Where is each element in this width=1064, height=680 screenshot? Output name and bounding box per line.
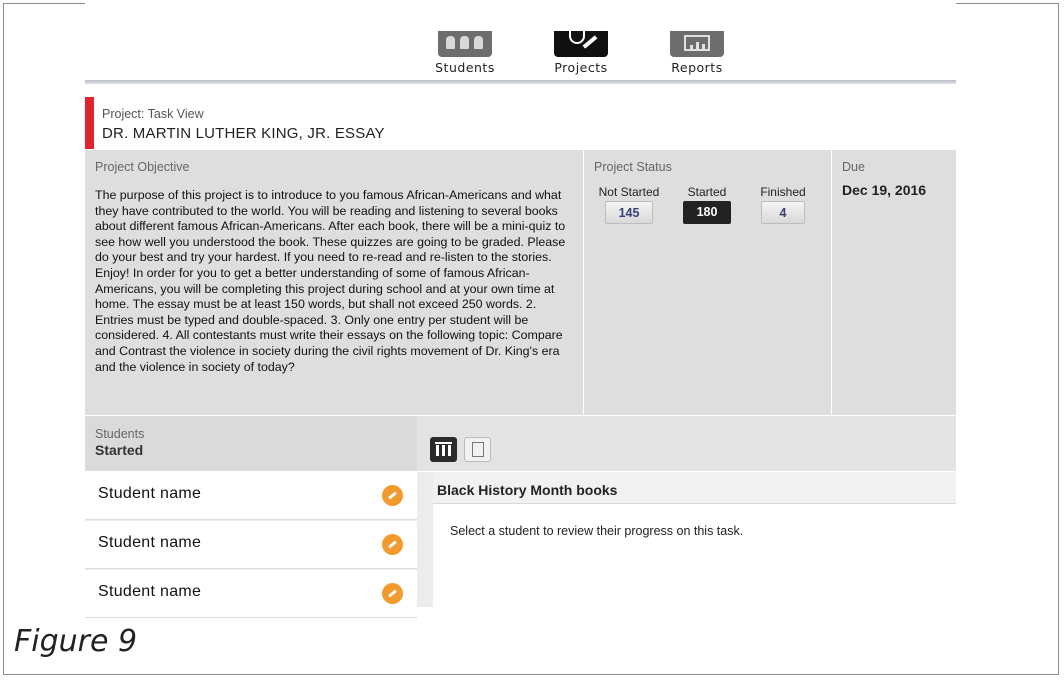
nav-reports[interactable]: Reports xyxy=(667,0,727,75)
student-name: Student name xyxy=(98,583,202,600)
student-list: Student name Student name Student name xyxy=(85,472,417,618)
stat-not-started: Not Started 145 xyxy=(597,185,661,224)
objective-text: The purpose of this project is to introd… xyxy=(95,188,566,374)
students-icon xyxy=(438,31,492,57)
finished-count[interactable]: 4 xyxy=(761,201,805,224)
stat-finished: Finished 4 xyxy=(757,185,809,224)
objective-title: Project Objective xyxy=(95,160,190,174)
not-started-count[interactable]: 145 xyxy=(605,201,653,224)
project-header: Project: Task View DR. MARTIN LUTHER KIN… xyxy=(85,97,956,149)
board-view-button[interactable] xyxy=(430,437,457,462)
students-label: Students xyxy=(95,427,145,441)
students-toolbar: Students Started xyxy=(85,416,956,471)
status-title: Project Status xyxy=(594,160,672,174)
stat-started: Started 180 xyxy=(683,185,731,224)
top-nav: Students Projects Reports xyxy=(85,0,956,80)
project-title: DR. MARTIN LUTHER KING, JR. ESSAY xyxy=(102,125,385,142)
document-icon xyxy=(472,442,484,457)
project-view-label: Project: Task View xyxy=(102,107,204,121)
document-view-button[interactable] xyxy=(464,437,491,462)
due-date: Dec 19, 2016 xyxy=(842,182,927,198)
started-label: Started xyxy=(687,185,727,199)
open-student-icon[interactable] xyxy=(382,485,403,506)
content-header: Black History Month books xyxy=(433,472,956,504)
started-count[interactable]: 180 xyxy=(683,201,731,224)
panel-divider xyxy=(417,472,433,607)
content-message: Select a student to review their progres… xyxy=(450,524,744,538)
list-item[interactable]: Student name xyxy=(85,570,417,618)
objective-panel: Project Objective The purpose of this pr… xyxy=(85,150,583,415)
student-name: Student name xyxy=(98,485,202,502)
students-filter[interactable]: Started xyxy=(95,442,143,458)
header-accent-bar xyxy=(85,97,94,149)
content-title: Black History Month books xyxy=(437,482,618,498)
projects-icon xyxy=(554,31,608,57)
open-student-icon[interactable] xyxy=(382,583,403,604)
open-student-icon[interactable] xyxy=(382,534,403,555)
task-content: Black History Month books Select a stude… xyxy=(433,472,956,607)
nav-projects[interactable]: Projects xyxy=(551,0,611,75)
nav-reports-label: Reports xyxy=(671,60,723,75)
figure-caption: Figure 9 xyxy=(14,624,138,659)
nav-projects-label: Projects xyxy=(554,60,608,75)
due-title: Due xyxy=(842,160,865,174)
status-panel: Project Status Not Started 145 Started 1… xyxy=(584,150,831,415)
list-item[interactable]: Student name xyxy=(85,521,417,569)
nav-students-label: Students xyxy=(435,60,495,75)
nav-divider xyxy=(85,80,956,84)
nav-students[interactable]: Students xyxy=(435,0,495,75)
reports-icon xyxy=(670,31,724,57)
finished-label: Finished xyxy=(760,185,806,199)
not-started-label: Not Started xyxy=(598,185,660,199)
student-name: Student name xyxy=(98,534,202,551)
list-item[interactable]: Student name xyxy=(85,472,417,520)
students-filter-area: Students Started xyxy=(85,416,417,471)
due-panel: Due Dec 19, 2016 xyxy=(832,150,956,415)
